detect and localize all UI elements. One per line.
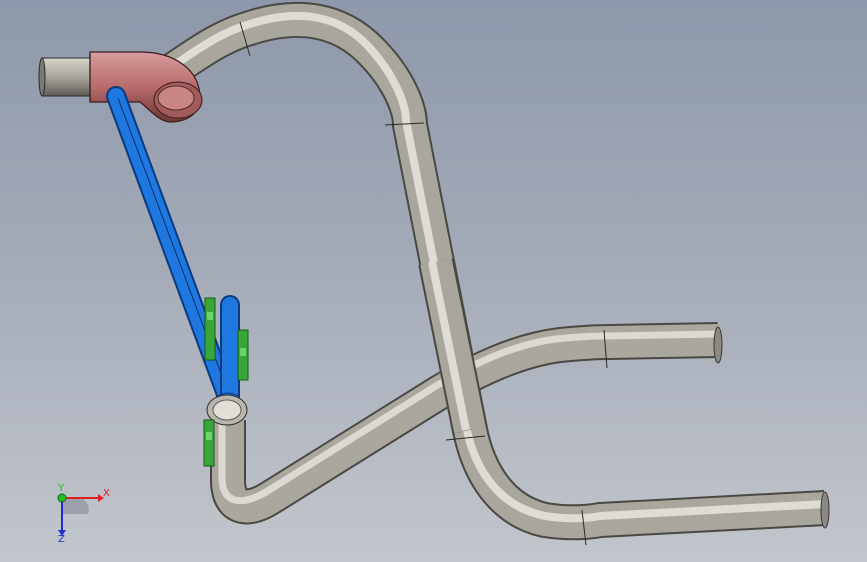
- support-bracket[interactable]: [106, 86, 243, 416]
- y-axis-label: Y: [57, 483, 65, 494]
- main-pipe[interactable]: [150, 1, 830, 546]
- z-axis-label: Z: [58, 534, 65, 545]
- orientation-triad: X Z Y: [57, 483, 110, 545]
- y-axis-dot-icon: [57, 493, 67, 503]
- graphics-viewport[interactable]: X Z Y: [0, 0, 867, 562]
- pipe-clamp-lower[interactable]: [203, 419, 215, 467]
- pipe-assembly-model[interactable]: [0, 0, 867, 562]
- triad-plane: [62, 498, 89, 514]
- inlet-stub[interactable]: [38, 57, 99, 97]
- pipe-end: [820, 491, 830, 529]
- pipe-end: [713, 326, 723, 364]
- x-axis-label: X: [103, 488, 110, 499]
- pipe-end: [38, 57, 46, 97]
